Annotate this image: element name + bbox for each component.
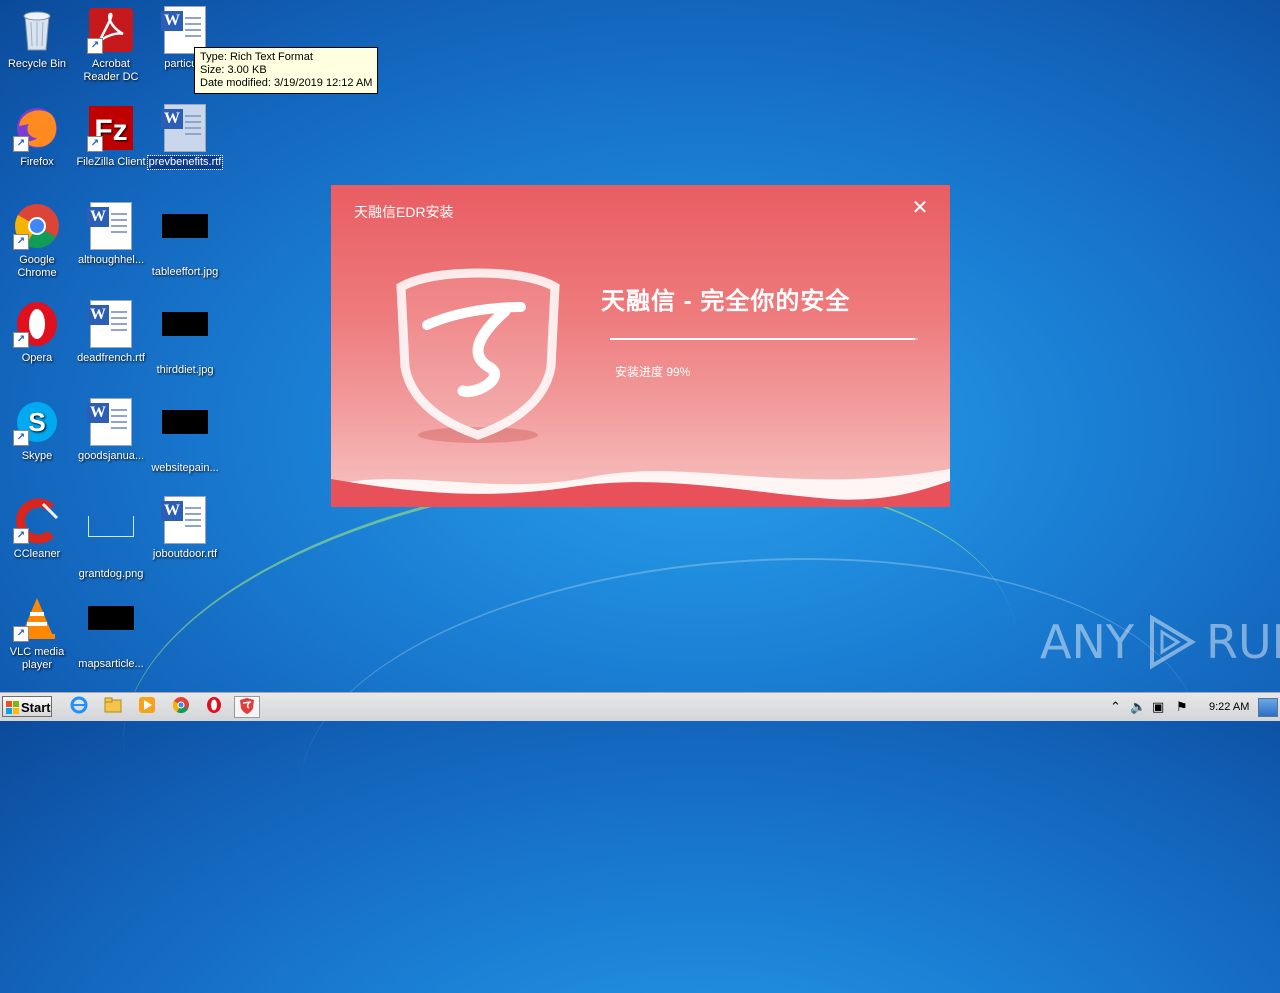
taskbar-installer-icon[interactable]: [234, 696, 260, 718]
desktop-icon-prevbenefits[interactable]: W prevbenefits.rtf: [147, 104, 223, 170]
word-document-icon: W: [161, 496, 209, 544]
desktop-icon-mapsarticle[interactable]: mapsarticle...: [74, 594, 148, 671]
installer-title: 天融信EDR安装: [354, 204, 454, 220]
shortcut-arrow-icon: ↗: [87, 38, 103, 54]
windows-logo-icon: [6, 701, 19, 714]
desktop-icon-vlc[interactable]: ↗ VLC media player: [0, 594, 74, 672]
desktop-icon-label: deadfrench.rtf: [77, 352, 145, 364]
desktop-icon-label: VLC media player: [9, 646, 65, 671]
filezilla-icon: Fz ↗: [87, 104, 135, 152]
desktop-icon-label: grantdog.png: [78, 568, 144, 580]
desktop-icon-label: prevbenefits.rtf: [147, 155, 223, 170]
skype-icon: S ↗: [13, 398, 61, 446]
shortcut-arrow-icon: ↗: [13, 528, 29, 544]
desktop-icon-firefox[interactable]: ↗ Firefox: [0, 104, 74, 169]
svg-text:S: S: [28, 407, 45, 437]
desktop-icon-label: Skype: [21, 450, 53, 462]
desktop-icon-opera[interactable]: ↗ Opera: [0, 300, 74, 365]
start-label: Start: [21, 700, 51, 715]
desktop-icon-label: Firefox: [20, 156, 54, 168]
image-file-icon: [161, 410, 209, 458]
acrobat-icon: ↗: [87, 6, 135, 54]
watermark-text-left: ANY: [1040, 615, 1134, 669]
taskbar-clock[interactable]: 9:22 AM: [1209, 701, 1249, 713]
start-button[interactable]: Start: [2, 696, 52, 717]
installer-window: 天融信EDR安装 ✕ 天融信 - 完全你的安全 安装进度 99%: [331, 185, 950, 507]
desktop-icon-label: Recycle Bin: [7, 58, 67, 70]
desktop-icon-grantdog[interactable]: grantdog.png: [74, 496, 148, 581]
image-file-icon: [87, 606, 135, 654]
desktop-icon-label: Acrobat Reader DC: [83, 58, 139, 83]
shortcut-arrow-icon: ↗: [13, 136, 29, 152]
taskbar-chrome-icon[interactable]: [168, 696, 194, 718]
progress-bar: [610, 338, 918, 340]
image-file-icon: [87, 516, 135, 564]
word-document-icon: W: [87, 398, 135, 446]
taskbar-media-player-icon[interactable]: [134, 696, 160, 718]
image-file-icon: [161, 214, 209, 262]
progress-label: 安装进度 99%: [615, 365, 691, 379]
desktop-icon-recycle-bin[interactable]: Recycle Bin: [0, 6, 74, 71]
desktop-icon-label: althoughhel...: [77, 254, 145, 266]
tooltip-date-modified: Date modified: 3/19/2019 12:12 AM: [200, 77, 373, 89]
desktop-icon-websitepain[interactable]: websitepain...: [148, 398, 222, 475]
desktop-icon-label: websitepain...: [151, 462, 219, 474]
desktop-icon-label: FileZilla Client: [76, 156, 146, 168]
wave-decoration: [331, 469, 950, 507]
taskbar-ie-icon[interactable]: [66, 696, 92, 718]
network-icon[interactable]: ▣: [1152, 699, 1164, 715]
word-document-icon: W: [87, 300, 135, 348]
word-document-icon: W: [161, 104, 209, 152]
ccleaner-icon: ↗: [13, 496, 61, 544]
desktop-icon-thirddiet[interactable]: thirddiet.jpg: [148, 300, 222, 377]
desktop-icon-goodsjanua[interactable]: W goodsjanua...: [74, 398, 148, 463]
taskbar-explorer-icon[interactable]: [100, 696, 126, 718]
desktop-icon-acrobat[interactable]: ↗ Acrobat Reader DC: [74, 6, 148, 84]
tooltip-type: Type: Rich Text Format: [200, 51, 313, 63]
desktop-icon-filezilla[interactable]: Fz ↗ FileZilla Client: [74, 104, 148, 169]
desktop-icon-ccleaner[interactable]: ↗ CCleaner: [0, 496, 74, 561]
show-desktop-button[interactable]: [1258, 698, 1278, 717]
watermark-text-right: RUN: [1205, 615, 1280, 669]
word-document-icon: W: [87, 202, 135, 250]
taskbar-opera-icon[interactable]: [201, 696, 227, 718]
tooltip-size: Size: 3.00 KB: [200, 64, 267, 76]
volume-icon[interactable]: 🔈: [1130, 699, 1146, 715]
close-button[interactable]: ✕: [909, 197, 931, 219]
action-center-flag-icon[interactable]: ⚑: [1176, 699, 1188, 715]
installer-headline: 天融信 - 完全你的安全: [601, 288, 851, 315]
desktop-icon-althoughhel[interactable]: W althoughhel...: [74, 202, 148, 267]
desktop-icon-label: joboutdoor.rtf: [152, 548, 218, 560]
show-hidden-icons-icon[interactable]: ⌃: [1110, 699, 1121, 715]
file-tooltip: Type: Rich Text Format Size: 3.00 KB Dat…: [194, 47, 379, 94]
anyrun-watermark: ANY RUN: [1040, 612, 1280, 672]
desktop-icon-joboutdoor[interactable]: W joboutdoor.rtf: [148, 496, 222, 561]
shortcut-arrow-icon: ↗: [87, 136, 103, 152]
desktop-icon-label: tableeffort.jpg: [151, 266, 219, 278]
taskbar: Start ⌃ 🔈 ▣ ⚑ 9:22 AM: [0, 692, 1280, 721]
shortcut-arrow-icon: ↗: [13, 626, 29, 642]
vlc-icon: ↗: [13, 594, 61, 642]
desktop-icon-chrome[interactable]: ↗ Google Chrome: [0, 202, 74, 280]
progress-bar-fill: [610, 338, 915, 340]
shield-logo-icon: [396, 268, 560, 443]
firefox-icon: ↗: [13, 104, 61, 152]
desktop-icon-label: goodsjanua...: [77, 450, 145, 462]
chrome-icon: ↗: [13, 202, 61, 250]
desktop-icon-label: mapsarticle...: [78, 658, 144, 670]
shortcut-arrow-icon: ↗: [13, 332, 29, 348]
desktop-icon-tableeffort[interactable]: tableeffort.jpg: [148, 202, 222, 279]
desktop-icon-label: Google Chrome: [17, 254, 57, 279]
desktop-icon-label: Opera: [21, 352, 53, 364]
opera-icon: ↗: [13, 300, 61, 348]
desktop-icon-skype[interactable]: S ↗ Skype: [0, 398, 74, 463]
image-file-icon: [161, 312, 209, 360]
shortcut-arrow-icon: ↗: [13, 430, 29, 446]
desktop-icon-label: CCleaner: [13, 548, 61, 560]
shortcut-arrow-icon: ↗: [13, 234, 29, 250]
desktop-icon-label: thirddiet.jpg: [156, 364, 214, 376]
play-icon: [1149, 614, 1196, 670]
recycle-bin-icon: [13, 6, 61, 54]
desktop-icon-deadfrench[interactable]: W deadfrench.rtf: [74, 300, 148, 365]
